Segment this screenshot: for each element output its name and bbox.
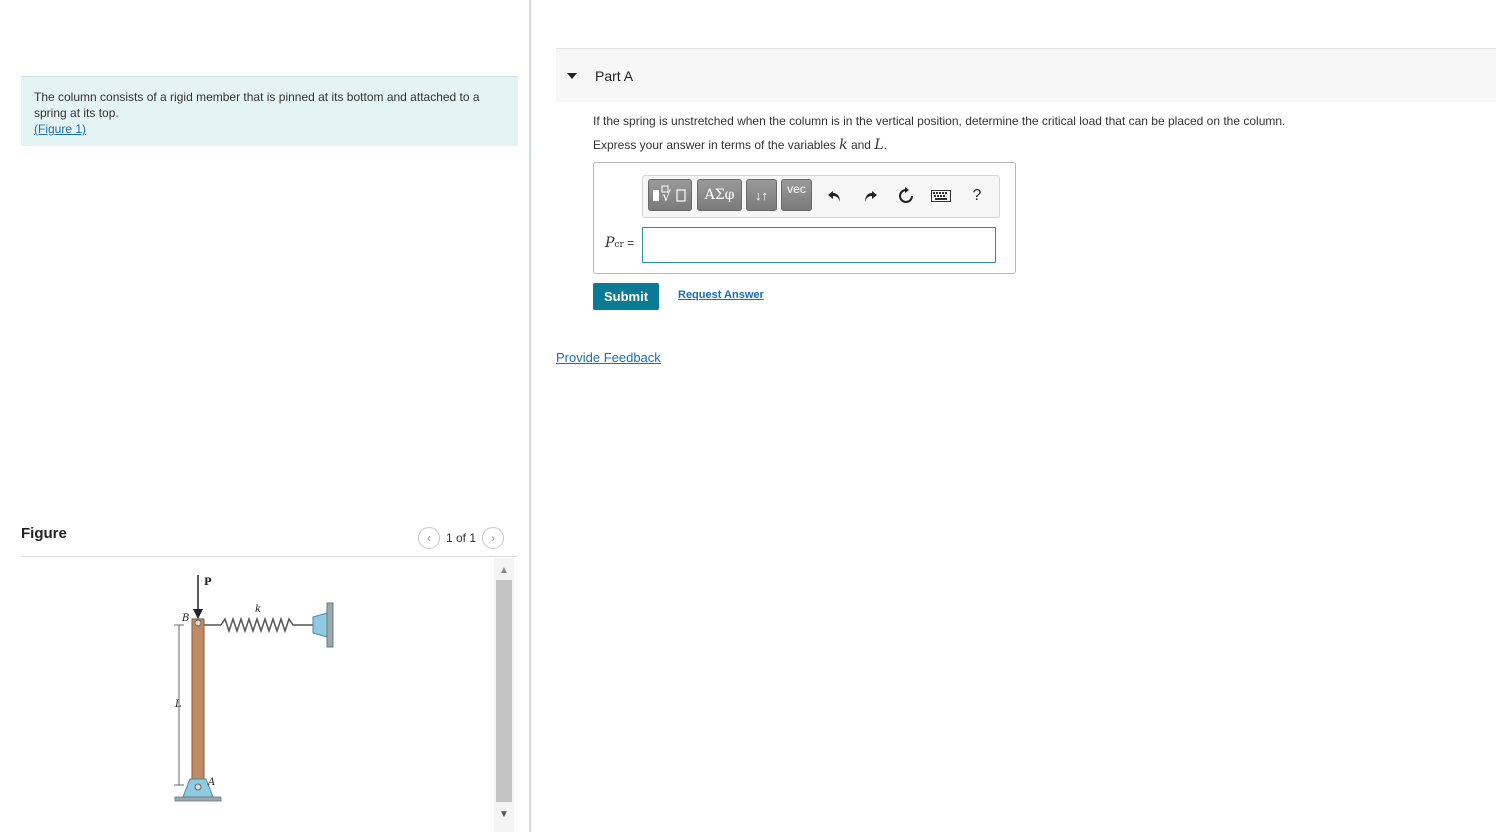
chevron-left-icon: ‹: [427, 531, 431, 545]
wall-support: [326, 602, 334, 648]
figure-page-indicator: 1 of 1: [446, 531, 477, 545]
svg-text:√: √: [662, 189, 671, 205]
variable-L: L: [874, 137, 884, 153]
scroll-thumb[interactable]: [496, 580, 512, 802]
ground-plate: [174, 796, 222, 802]
part-a-header[interactable]: Part A: [556, 49, 1496, 102]
rigid-column: [191, 618, 205, 798]
bottom-pin: [194, 783, 202, 791]
top-pin: [194, 619, 202, 627]
label-P: P: [204, 577, 212, 588]
request-answer-link[interactable]: Request Answer: [678, 289, 764, 301]
chevron-right-icon: ›: [491, 531, 496, 545]
answer-label-subscript: cr: [614, 240, 624, 250]
instructions-period: .: [883, 138, 887, 152]
problem-text: The column consists of a rigid member th…: [34, 90, 480, 120]
reset-icon[interactable]: [894, 184, 918, 208]
prev-figure-button[interactable]: ‹: [418, 527, 440, 549]
figure-title: Figure: [21, 525, 67, 542]
answer-instructions: Express your answer in terms of the vari…: [593, 137, 887, 153]
load-arrowhead: [193, 609, 203, 619]
answer-input[interactable]: [642, 227, 996, 263]
label-B: B: [181, 613, 189, 624]
collapse-caret-icon[interactable]: [567, 72, 577, 79]
next-figure-button[interactable]: ›: [482, 527, 505, 549]
vector-button[interactable]: vec: [781, 179, 812, 211]
label-k: k: [255, 604, 261, 615]
answer-label-equals: =: [623, 236, 635, 250]
figure-scrollbar[interactable]: ▲ ▼: [494, 558, 514, 832]
scroll-up-arrow-icon[interactable]: ▲: [494, 562, 514, 578]
variable-k: k: [839, 137, 848, 153]
scroll-down-arrow-icon[interactable]: ▼: [494, 806, 514, 822]
greek-symbols-button[interactable]: ΑΣφ: [697, 179, 742, 211]
math-toolbar: √ ΑΣφ ↓↑ vec ?: [642, 175, 1000, 218]
templates-button[interactable]: √: [648, 179, 692, 211]
spring-bracket: [312, 612, 328, 638]
label-L: L: [174, 699, 182, 710]
subscript-superscript-button[interactable]: ↓↑: [746, 179, 777, 211]
right-pane: Part A If the spring is unstretched when…: [531, 0, 1496, 832]
express-prefix: Express your answer in terms of the vari…: [593, 138, 836, 152]
keyboard-icon[interactable]: [929, 184, 953, 208]
answer-box: √ ΑΣφ ↓↑ vec ? Pcr =: [593, 162, 1016, 274]
label-A: A: [207, 777, 215, 788]
help-button[interactable]: ?: [965, 184, 989, 208]
figure-link[interactable]: (Figure 1): [34, 122, 86, 136]
question-text: If the spring is unstretched when the co…: [593, 114, 1286, 128]
figure-image: P B k L A: [21, 557, 491, 832]
provide-feedback-link[interactable]: Provide Feedback: [556, 350, 661, 365]
left-pane: The column consists of a rigid member th…: [0, 0, 530, 832]
part-title: Part A: [595, 67, 634, 84]
and-word: and: [850, 138, 871, 152]
figure-pagination: ‹ 1 of 1 ›: [418, 527, 505, 549]
column-spring-diagram: P B k L A: [174, 575, 334, 802]
answer-label-P: P: [605, 235, 615, 251]
redo-icon[interactable]: [858, 184, 882, 208]
problem-statement: The column consists of a rigid member th…: [21, 76, 518, 146]
spring-coil: [220, 616, 313, 634]
submit-button[interactable]: Submit: [593, 283, 659, 310]
sqrt-template-icon: √: [653, 185, 686, 205]
answer-label: Pcr =: [605, 235, 634, 251]
undo-icon[interactable]: [823, 184, 847, 208]
